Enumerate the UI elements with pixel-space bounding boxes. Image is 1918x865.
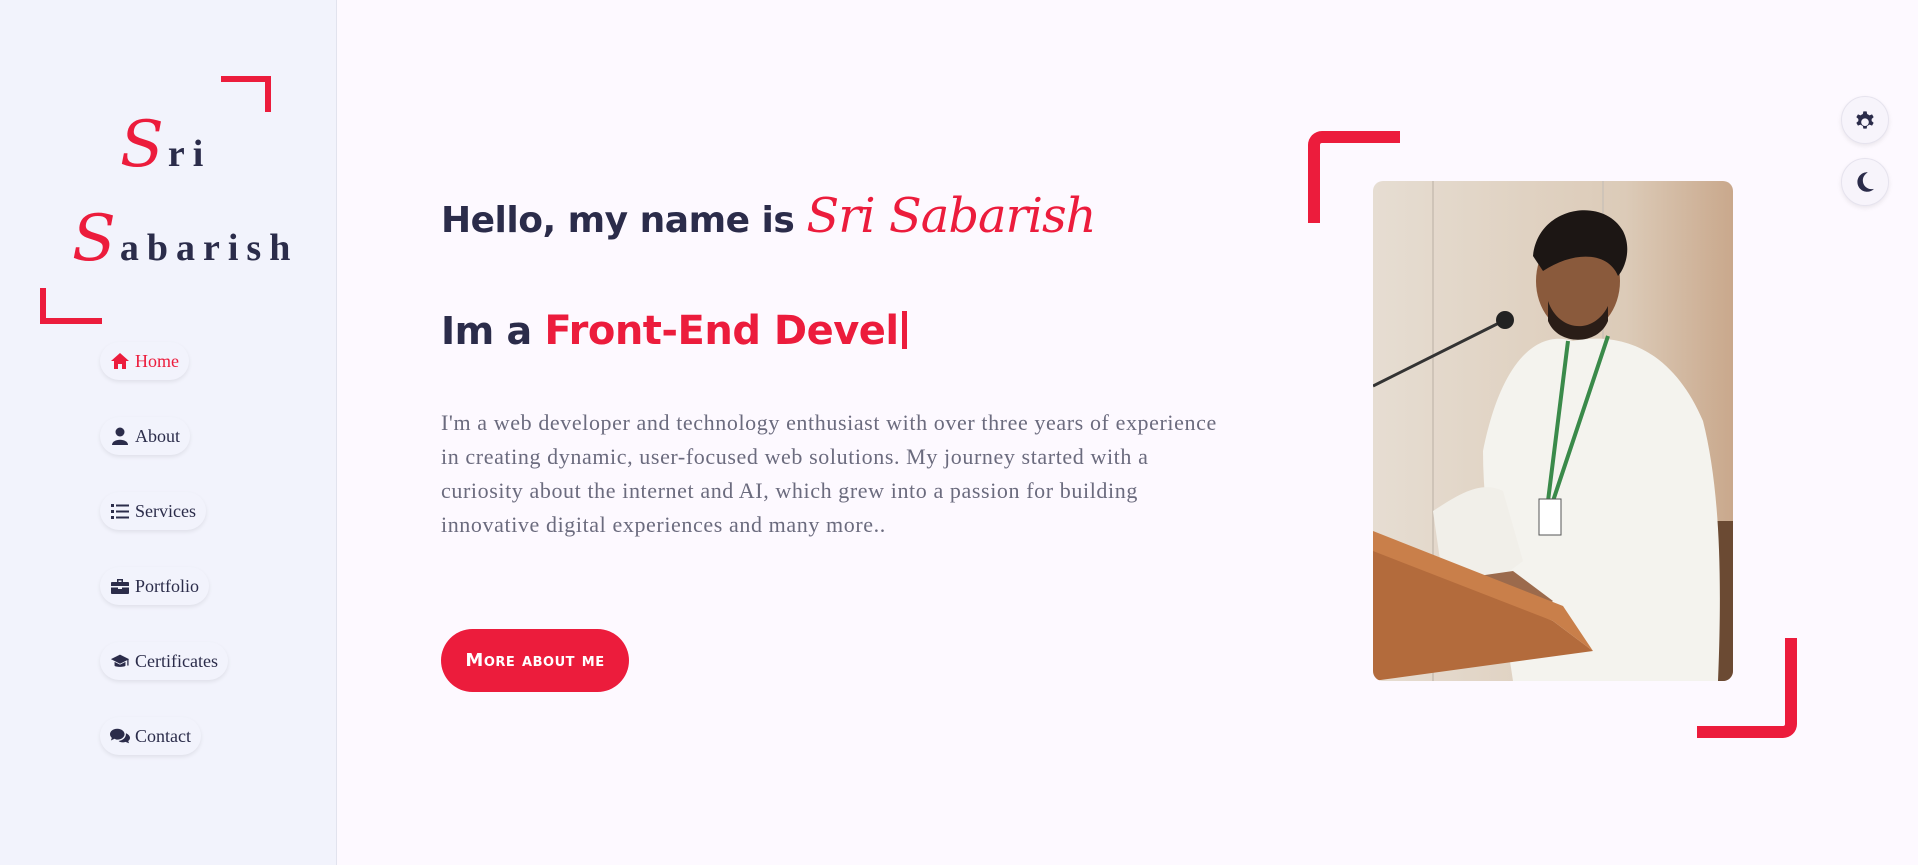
logo-line-1: Sri	[120, 108, 211, 182]
settings-button[interactable]	[1841, 96, 1889, 144]
profile-photo	[1373, 181, 1733, 681]
logo-corner-bottom-left	[40, 288, 102, 324]
hero-name: Sri Sabarish	[806, 188, 1096, 244]
hero-bio: I'm a web developer and technology enthu…	[441, 410, 1217, 537]
logo-corner-top-right	[221, 76, 271, 112]
nav-item-portfolio[interactable]: Portfolio	[100, 567, 210, 605]
role-prefix: Im a	[441, 309, 545, 353]
hero-greeting: Hello, my name is Sri Sabarish	[441, 188, 1097, 244]
logo-initial: S	[72, 202, 116, 276]
hero-role: Im a Front-End Devel	[441, 308, 907, 354]
more-about-me-button[interactable]: More about me	[441, 629, 629, 692]
greeting-text: Hello, my name is	[441, 200, 807, 241]
logo-line-2: Sabarish	[72, 202, 298, 276]
logo-text: ri	[167, 133, 212, 175]
nav-item-label: Services	[135, 500, 196, 521]
briefcase-icon	[111, 579, 129, 594]
nav-item-label: Portfolio	[135, 575, 200, 596]
logo-text: abarish	[119, 227, 299, 269]
moon-icon	[1857, 172, 1874, 192]
list-icon	[111, 504, 129, 519]
nav-item-contact[interactable]: Contact	[100, 717, 201, 755]
gear-icon	[1856, 111, 1874, 129]
nav-item-services[interactable]: Services	[100, 492, 206, 530]
role-typed-text: Front-End Devel	[544, 308, 899, 354]
logo-initial: S	[120, 108, 164, 182]
logo[interactable]: Sri Sabarish	[40, 76, 290, 324]
sidebar: Sri Sabarish Home About Services Portfol…	[0, 0, 337, 865]
nav-item-label: About	[135, 425, 180, 446]
profile-photo-image	[1373, 181, 1733, 681]
theme-toggle-button[interactable]	[1841, 158, 1889, 206]
comments-icon	[110, 728, 130, 744]
nav-item-home[interactable]: Home	[100, 342, 189, 380]
graduation-cap-icon	[110, 654, 130, 667]
typing-cursor	[901, 311, 907, 349]
nav-item-certificates[interactable]: Certificates	[100, 642, 228, 680]
user-icon	[112, 427, 128, 445]
nav-item-label: Certificates	[135, 650, 218, 671]
nav-item-about[interactable]: About	[100, 417, 190, 455]
nav-item-label: Contact	[135, 725, 191, 746]
home-icon	[111, 353, 129, 369]
nav-item-label: Home	[135, 350, 179, 371]
